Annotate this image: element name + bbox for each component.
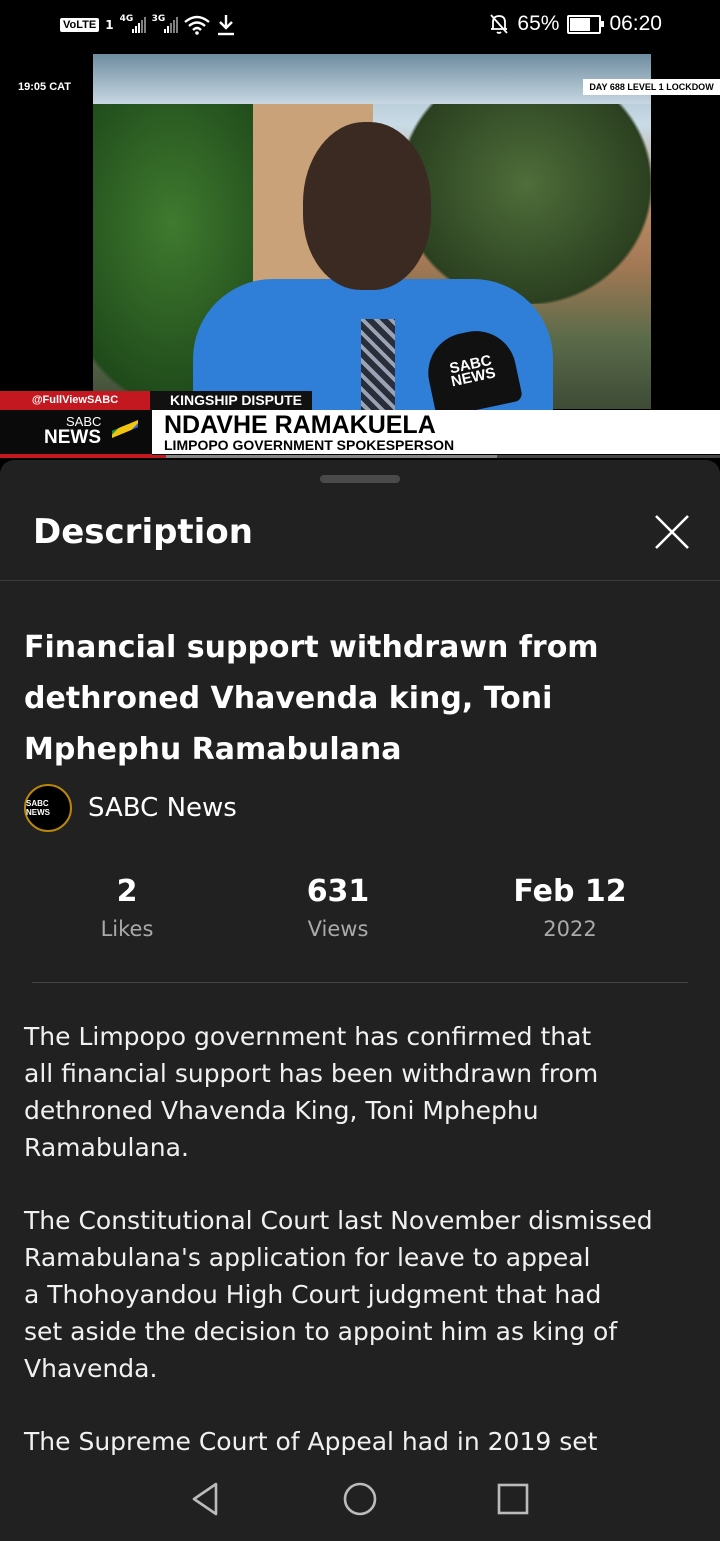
back-icon — [192, 1482, 218, 1516]
likes-count: 2 — [116, 874, 138, 909]
signal-icon-sim1: 4G — [120, 14, 146, 33]
close-button[interactable] — [648, 508, 696, 556]
mute-bell-icon — [490, 14, 509, 34]
progress-played — [0, 455, 166, 458]
description-text: The Limpopo government has confirmed tha… — [24, 1018, 694, 1496]
stat-views: 631 Views — [218, 874, 458, 941]
status-right: 65% 06:20 — [489, 12, 662, 36]
views-label: Views — [307, 917, 369, 941]
divider — [32, 982, 688, 983]
back-button[interactable] — [186, 1479, 226, 1519]
video-progress-bar[interactable] — [0, 455, 720, 458]
channel-link[interactable]: SABC NEWS SABC News — [24, 784, 237, 832]
lower-third: @FullViewSABC KINGSHIP DISPUTE SABC NEWS… — [0, 391, 720, 458]
sim-number: 1 — [105, 18, 114, 32]
views-count: 631 — [306, 874, 370, 909]
close-icon — [655, 515, 689, 549]
description-paragraph: The Constitutional Court last November d… — [24, 1206, 653, 1383]
lockdown-banner: DAY 688 LEVEL 1 LOCKDOW — [583, 79, 720, 95]
wifi-icon — [183, 15, 210, 35]
drag-handle[interactable] — [320, 475, 400, 483]
sabc-news-logo: SABC NEWS — [0, 410, 152, 458]
stat-date: Feb 12 2022 — [450, 874, 690, 941]
video-title: Financial support withdrawn from dethron… — [24, 630, 599, 767]
system-nav-bar — [0, 1457, 720, 1541]
social-handle: @FullViewSABC — [0, 391, 150, 410]
download-icon — [217, 15, 234, 36]
description-paragraph: The Limpopo government has confirmed tha… — [24, 1022, 599, 1162]
speaker-title: LIMPOPO GOVERNMENT SPOKESPERSON — [164, 437, 455, 453]
clock: 06:20 — [609, 12, 662, 35]
divider — [0, 580, 720, 581]
sheet-title: Description — [33, 512, 253, 552]
signal-icon-sim2: 3G — [152, 14, 178, 33]
video-stats: 2 Likes 631 Views Feb 12 2022 — [0, 874, 720, 954]
publish-date: Feb 12 — [513, 874, 627, 909]
description-paragraph: The Supreme Court of Appeal had in 2019 … — [24, 1427, 598, 1456]
home-icon — [343, 1482, 377, 1516]
home-button[interactable] — [340, 1479, 380, 1519]
volte-badge: VoLTE — [60, 18, 100, 32]
recents-button[interactable] — [493, 1479, 533, 1519]
topic-tag: KINGSHIP DISPUTE — [150, 391, 312, 410]
video-broadcast-time: 19:05 CAT — [18, 81, 71, 93]
status-bar: VoLTE 1 4G 3G 65% 06:20 — [0, 0, 720, 54]
avatar[interactable]: SABC NEWS — [24, 784, 72, 832]
channel-name[interactable]: SABC News — [88, 793, 237, 823]
description-sheet: Description Financial support withdrawn … — [0, 460, 720, 1541]
speaker-name: NDAVHE RAMAKUELA — [164, 411, 436, 439]
recents-icon — [497, 1483, 529, 1515]
speaker-caption: NDAVHE RAMAKUELA LIMPOPO GOVERNMENT SPOK… — [152, 410, 720, 454]
battery-icon — [567, 14, 605, 34]
status-left: VoLTE 1 4G 3G — [60, 14, 236, 36]
stat-likes: 2 Likes — [7, 874, 247, 941]
likes-label: Likes — [100, 917, 154, 941]
publish-year: 2022 — [543, 917, 597, 941]
video-player[interactable]: 19:05 CAT SABC NEWS DAY 688 LEVEL 1 LOCK… — [0, 54, 720, 458]
battery-percent: 65% — [517, 12, 560, 35]
video-frame: SABC NEWS — [93, 54, 651, 419]
